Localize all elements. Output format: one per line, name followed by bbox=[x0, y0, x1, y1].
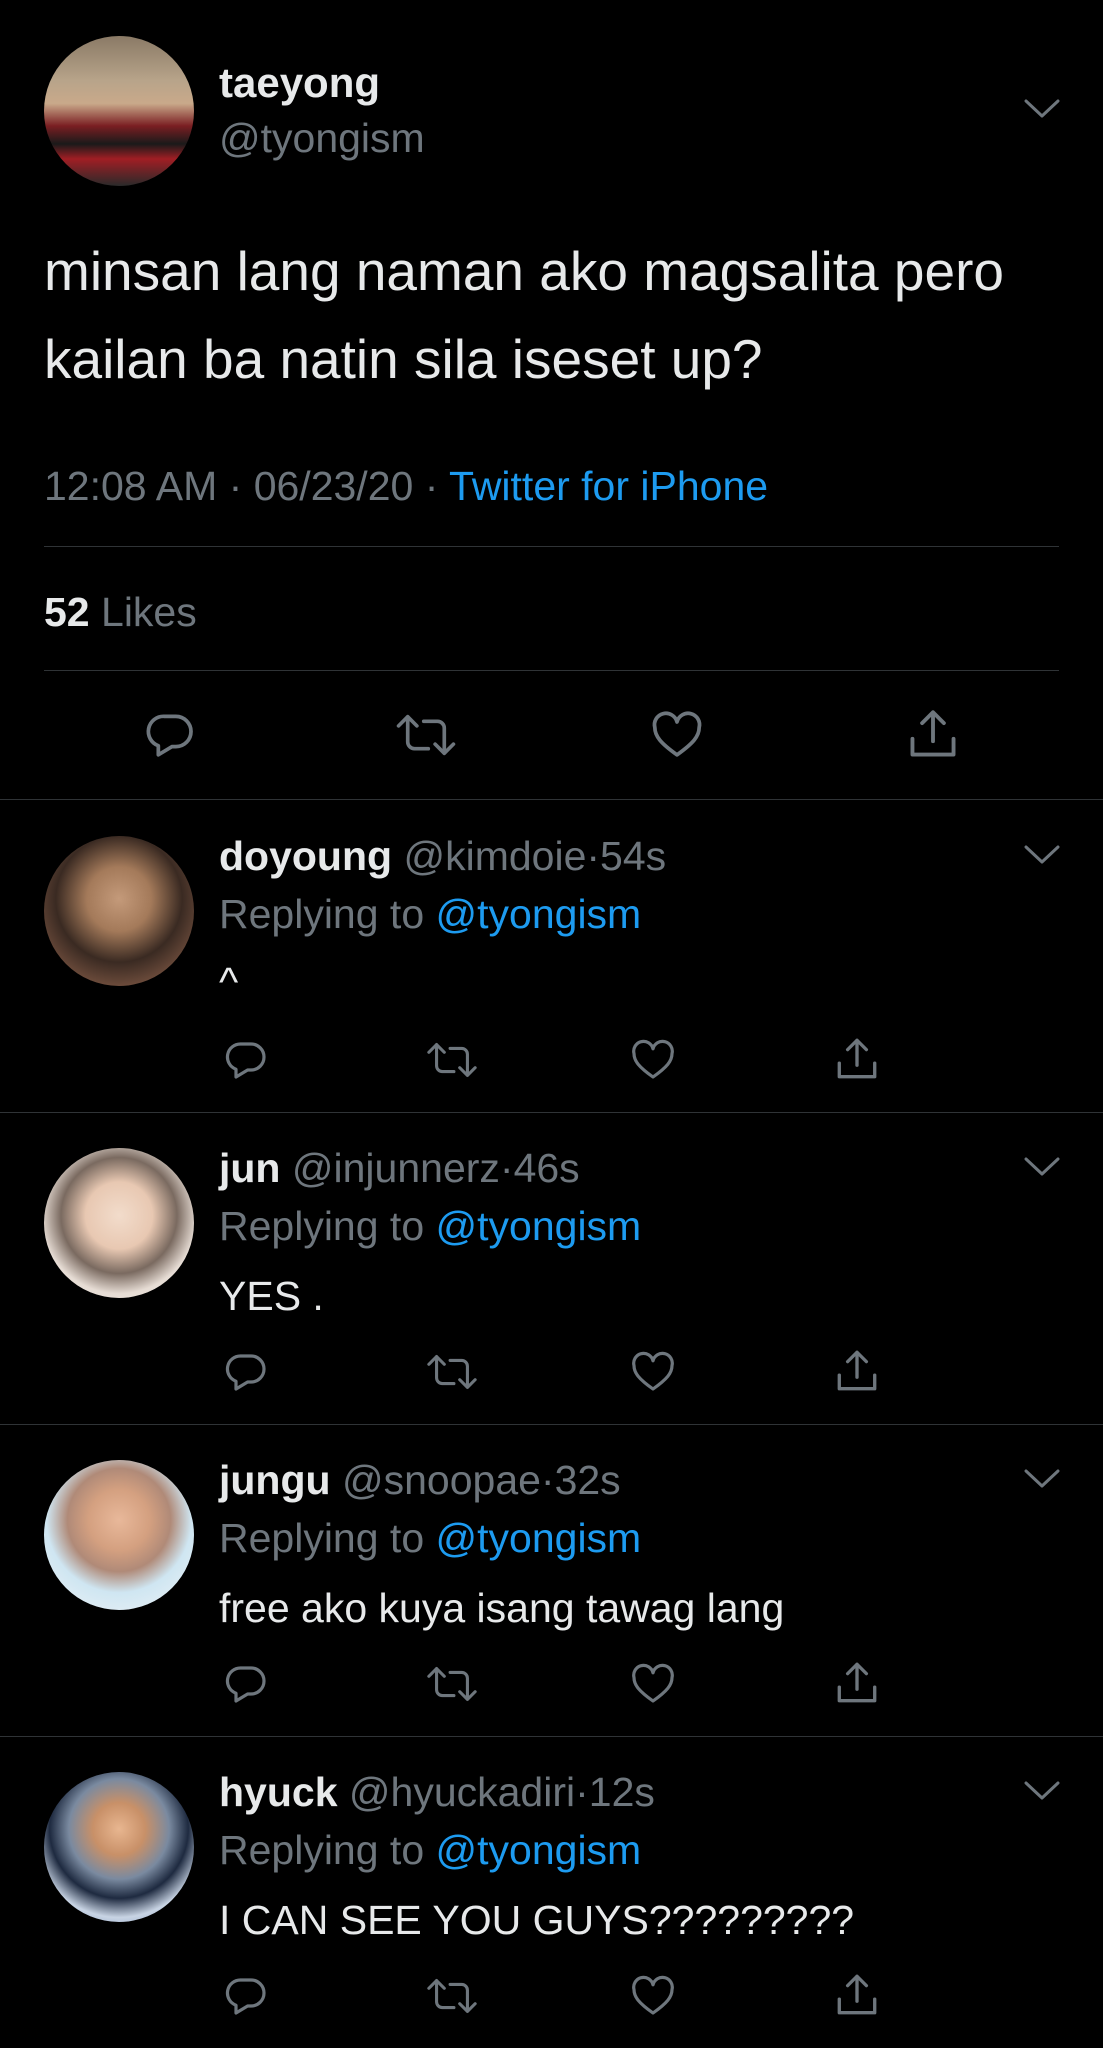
retweet-icon[interactable] bbox=[425, 1036, 479, 1084]
meta-separator: · bbox=[575, 1769, 589, 1815]
reply-header: doyoung @kimdoie·54s bbox=[219, 836, 666, 877]
avatar-jun[interactable] bbox=[44, 1148, 194, 1298]
replying-to-label: Replying to bbox=[219, 1515, 425, 1561]
reply-author-handle[interactable]: @snoopae bbox=[342, 1457, 541, 1503]
replying-to-label: Replying to bbox=[219, 1827, 425, 1873]
reply-icon[interactable] bbox=[222, 1972, 270, 2020]
avatar-hyuck[interactable] bbox=[44, 1772, 194, 1922]
reply-author-name[interactable]: jun bbox=[219, 1145, 280, 1191]
reply-text: YES . bbox=[219, 1273, 324, 1319]
reply-text: ^ bbox=[219, 959, 239, 1005]
reply-icon[interactable] bbox=[222, 1660, 270, 1708]
divider bbox=[44, 670, 1059, 671]
replying-to: Replying to @tyongism bbox=[219, 894, 641, 935]
replying-to: Replying to @tyongism bbox=[219, 1206, 641, 1247]
tweet-separator bbox=[0, 1736, 1103, 1737]
avatar-taeyong[interactable] bbox=[44, 36, 194, 186]
meta-separator: · bbox=[499, 1145, 514, 1191]
meta-separator: · bbox=[424, 463, 439, 509]
replying-to-handle[interactable]: @tyongism bbox=[436, 1515, 642, 1561]
reply-author-name[interactable]: hyuck bbox=[219, 1769, 338, 1815]
chevron-down-icon[interactable] bbox=[1024, 1156, 1060, 1178]
replying-to-label: Replying to bbox=[219, 891, 425, 937]
chevron-down-icon[interactable] bbox=[1024, 1468, 1060, 1490]
chevron-down-icon[interactable] bbox=[1024, 98, 1060, 120]
share-icon[interactable] bbox=[832, 1970, 882, 2020]
retweet-icon[interactable] bbox=[425, 1348, 479, 1396]
avatar-doyoung[interactable] bbox=[44, 836, 194, 986]
share-icon[interactable] bbox=[904, 705, 962, 763]
meta-separator: · bbox=[540, 1457, 555, 1503]
tweet-source-link[interactable]: Twitter for iPhone bbox=[449, 463, 768, 509]
replying-to-label: Replying to bbox=[219, 1203, 425, 1249]
replying-to-handle[interactable]: @tyongism bbox=[436, 891, 642, 937]
tweet-time: 12:08 AM bbox=[44, 463, 218, 509]
replying-to-handle[interactable]: @tyongism bbox=[436, 1827, 642, 1873]
chevron-down-icon[interactable] bbox=[1024, 1780, 1060, 1802]
reply-author-handle[interactable]: @hyuckadiri bbox=[349, 1769, 575, 1815]
reply-author-handle[interactable]: @injunnerz bbox=[292, 1145, 500, 1191]
reply-author-handle[interactable]: @kimdoie bbox=[403, 833, 586, 879]
reply-age: 46s bbox=[513, 1145, 580, 1191]
likes-count[interactable]: 52 Likes bbox=[44, 592, 197, 633]
tweet-text-line-2: kailan ba natin sila iseset up? bbox=[44, 328, 763, 390]
tweet-meta: 12:08 AM · 06/23/20 · Twitter for iPhone bbox=[44, 466, 768, 507]
heart-icon[interactable] bbox=[628, 1972, 678, 2020]
share-icon[interactable] bbox=[832, 1658, 882, 1708]
tweet-date: 06/23/20 bbox=[253, 463, 414, 509]
tweet-text-line-1: minsan lang naman ako magsalita pero bbox=[44, 240, 1005, 302]
reply-header: jungu @snoopae·32s bbox=[219, 1460, 621, 1501]
replying-to-handle[interactable]: @tyongism bbox=[436, 1203, 642, 1249]
reply-age: 32s bbox=[554, 1457, 621, 1503]
share-icon[interactable] bbox=[832, 1034, 882, 1084]
avatar-jungu[interactable] bbox=[44, 1460, 194, 1610]
tweet-separator bbox=[0, 1112, 1103, 1113]
reply-author-name[interactable]: doyoung bbox=[219, 833, 392, 879]
retweet-icon[interactable] bbox=[425, 1660, 479, 1708]
divider bbox=[44, 546, 1059, 547]
reply-icon[interactable] bbox=[142, 707, 198, 763]
replying-to: Replying to @tyongism bbox=[219, 1830, 641, 1871]
likes-label: Likes bbox=[101, 589, 197, 635]
meta-separator: · bbox=[228, 463, 243, 509]
meta-separator: · bbox=[586, 833, 601, 879]
author-handle[interactable]: @tyongism bbox=[219, 118, 425, 159]
retweet-icon[interactable] bbox=[394, 707, 458, 763]
reply-icon[interactable] bbox=[222, 1348, 270, 1396]
reply-age: 12s bbox=[588, 1769, 655, 1815]
heart-icon[interactable] bbox=[628, 1036, 678, 1084]
reply-author-name[interactable]: jungu bbox=[219, 1457, 331, 1503]
reply-text: I CAN SEE YOU GUYS????????? bbox=[219, 1897, 855, 1943]
chevron-down-icon[interactable] bbox=[1024, 844, 1060, 866]
tweet-separator bbox=[0, 799, 1103, 800]
likes-number: 52 bbox=[44, 589, 90, 635]
heart-icon[interactable] bbox=[628, 1660, 678, 1708]
retweet-icon[interactable] bbox=[425, 1972, 479, 2020]
heart-icon[interactable] bbox=[628, 1348, 678, 1396]
author-name[interactable]: taeyong bbox=[219, 62, 380, 104]
reply-icon[interactable] bbox=[222, 1036, 270, 1084]
reply-text: free ako kuya isang tawag lang bbox=[219, 1585, 785, 1631]
tweet-separator bbox=[0, 1424, 1103, 1425]
heart-icon[interactable] bbox=[648, 707, 706, 763]
reply-header: hyuck @hyuckadiri·12s bbox=[219, 1772, 655, 1813]
share-icon[interactable] bbox=[832, 1346, 882, 1396]
reply-age: 54s bbox=[600, 833, 667, 879]
replying-to: Replying to @tyongism bbox=[219, 1518, 641, 1559]
reply-header: jun @injunnerz·46s bbox=[219, 1148, 580, 1189]
